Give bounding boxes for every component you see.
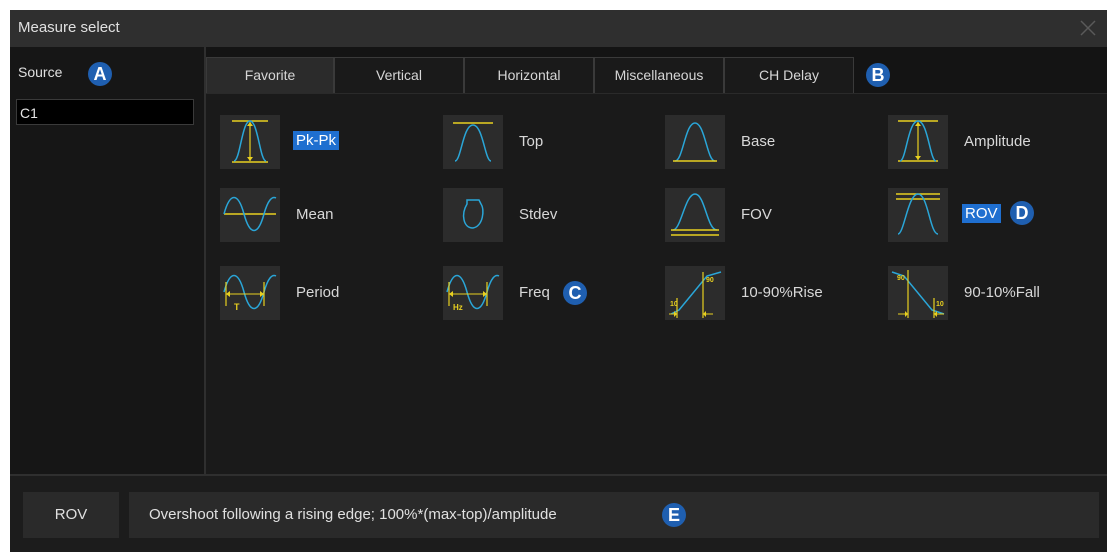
measure-item-base[interactable]: Base xyxy=(665,115,865,171)
selected-measure-name: ROV xyxy=(23,492,119,538)
source-value: C1 xyxy=(20,105,38,121)
dialog-title: Measure select xyxy=(18,19,120,36)
measure-item-fov[interactable]: FOV xyxy=(665,188,865,244)
measure-label-amplitude: Amplitude xyxy=(964,133,1031,150)
base-icon xyxy=(665,115,725,169)
callout-badge-d: D xyxy=(1010,201,1034,225)
fov-icon xyxy=(665,188,725,242)
period-icon: T xyxy=(220,266,280,320)
fall-10-text: 10 xyxy=(936,301,944,308)
measure-label-stdev: Stdev xyxy=(519,206,558,223)
close-button[interactable] xyxy=(1069,10,1107,47)
tab-vertical[interactable]: Vertical xyxy=(334,57,464,93)
tab-favorite[interactable]: Favorite xyxy=(206,57,334,93)
amplitude-icon xyxy=(888,115,948,169)
measure-item-amplitude[interactable]: Amplitude xyxy=(888,115,1088,171)
measure-item-stdev[interactable]: Stdev xyxy=(443,188,643,244)
measure-item-pk-pk[interactable]: Pk-Pk xyxy=(220,115,420,171)
description-bar: ROV Overshoot following a rising edge; 1… xyxy=(10,474,1107,552)
fall-icon: 90 10 xyxy=(888,266,948,320)
measure-label-base: Base xyxy=(741,133,776,150)
mean-icon xyxy=(220,188,280,242)
measure-item-rise[interactable]: 10 90 10-90%Rise xyxy=(665,266,865,322)
measurement-grid: Pk-Pk Top Base Amplitude Mean Stdev FOV … xyxy=(206,93,1107,474)
measure-item-rov[interactable]: ROV D xyxy=(888,188,1088,244)
rise-90-text: 90 xyxy=(706,277,714,284)
rise-icon: 10 90 xyxy=(665,266,725,320)
tab-ch-delay[interactable]: CH Delay xyxy=(724,57,854,93)
stdev-icon xyxy=(443,188,503,242)
callout-badge-b: B xyxy=(866,63,890,87)
tab-miscellaneous[interactable]: Miscellaneous xyxy=(594,57,724,93)
source-panel: Source A C1 xyxy=(10,47,206,474)
measure-label-pk-pk: Pk-Pk xyxy=(293,131,340,150)
callout-badge-c: C xyxy=(563,281,587,305)
freq-hz-text: Hz xyxy=(453,303,463,312)
title-bar: Measure select xyxy=(10,10,1107,47)
fall-90-text: 90 xyxy=(897,275,905,282)
tab-horizontal[interactable]: Horizontal xyxy=(464,57,594,93)
callout-badge-e: E xyxy=(662,503,686,527)
source-label: Source xyxy=(18,64,63,80)
rov-icon xyxy=(888,188,948,242)
measure-label-mean: Mean xyxy=(296,206,334,223)
measure-label-rise: 10-90%Rise xyxy=(741,284,823,301)
category-tabs: Favorite Vertical Horizontal Miscellaneo… xyxy=(206,57,1107,93)
measure-label-fov: FOV xyxy=(741,206,772,223)
measure-label-period: Period xyxy=(296,284,340,301)
close-icon xyxy=(1080,20,1096,36)
measure-item-fall[interactable]: 90 10 90-10%Fall xyxy=(888,266,1088,322)
measure-label-freq: Freq xyxy=(519,284,550,301)
period-t-text: T xyxy=(234,302,240,312)
measure-item-mean[interactable]: Mean xyxy=(220,188,420,244)
top-icon xyxy=(443,115,503,169)
measure-label-rov: ROV xyxy=(962,204,1001,223)
measure-description: Overshoot following a rising edge; 100%*… xyxy=(129,492,1099,538)
measure-description-text: Overshoot following a rising edge; 100%*… xyxy=(149,506,557,523)
measure-item-top[interactable]: Top xyxy=(443,115,643,171)
callout-badge-a: A xyxy=(88,62,112,86)
pk-pk-icon xyxy=(220,115,280,169)
rise-10-text: 10 xyxy=(670,301,678,308)
measure-item-period[interactable]: T Period xyxy=(220,266,420,322)
measure-select-dialog: Measure select Source A C1 Favorite Vert… xyxy=(10,10,1107,552)
measure-label-fall: 90-10%Fall xyxy=(964,284,1040,301)
source-select[interactable]: C1 xyxy=(16,99,194,125)
measure-item-freq[interactable]: Hz Freq C xyxy=(443,266,643,322)
freq-icon: Hz xyxy=(443,266,503,320)
measure-label-top: Top xyxy=(519,133,544,150)
